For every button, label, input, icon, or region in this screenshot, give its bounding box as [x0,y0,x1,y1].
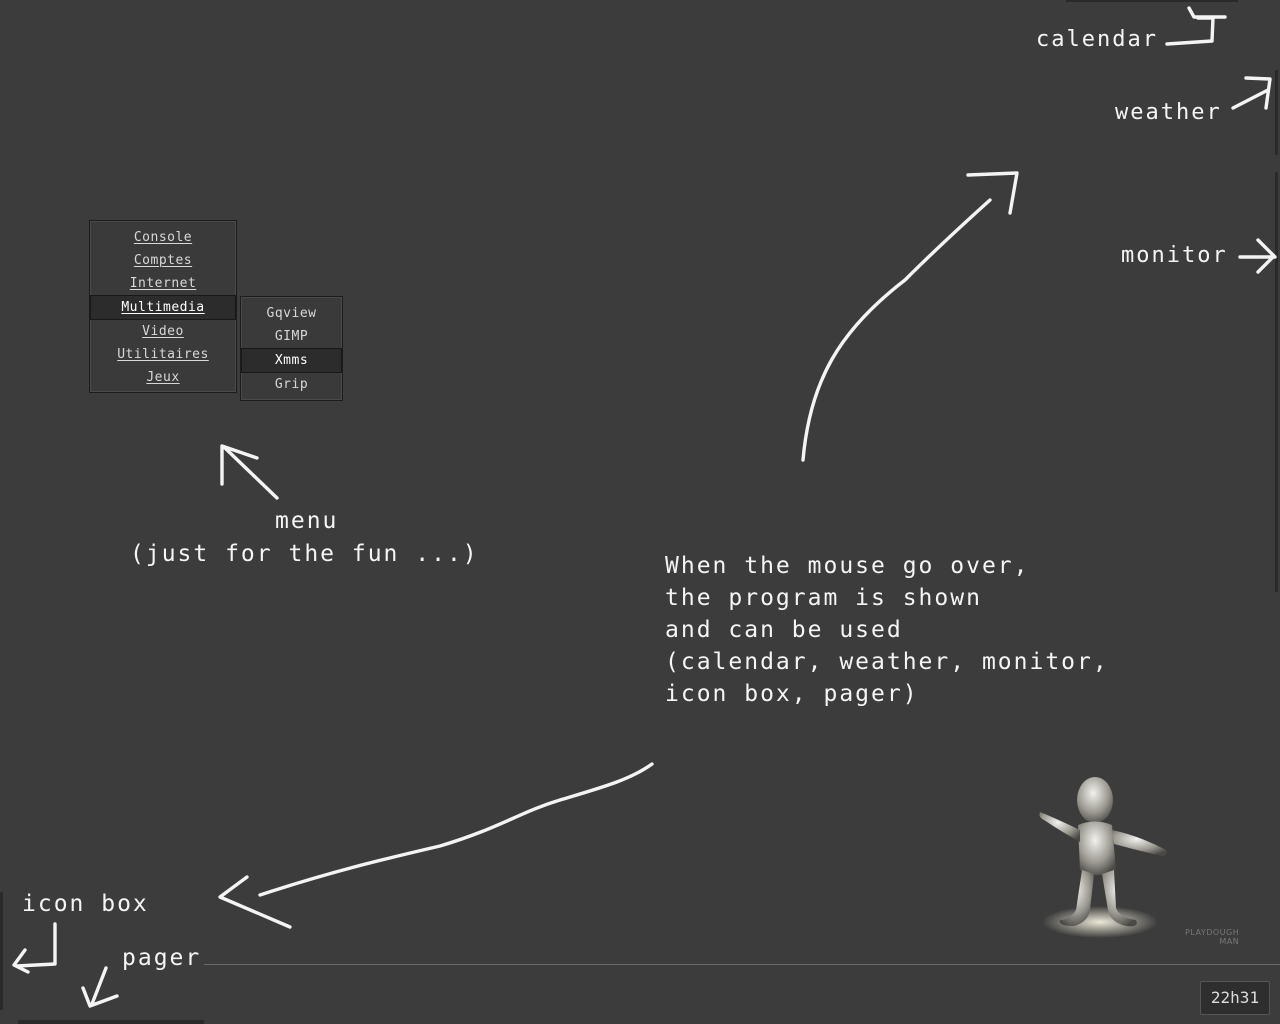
hover-note-line: icon box, pager) [665,681,919,707]
calendar-arrow [1165,6,1227,46]
taskbar-line [204,964,1280,965]
hover-note-line: (calendar, weather, monitor, [665,649,1109,675]
pager-arrow [81,966,119,1008]
hover-note: When the mouse go over, the program is s… [665,550,1109,710]
submenu-item-xmms[interactable]: Xmms [241,348,342,373]
icon-box-edge[interactable] [0,892,3,1010]
root-menu: Console Comptes Internet Multimedia Vide… [89,220,237,393]
hover-note-line: the program is shown [665,585,982,611]
menu-item-console[interactable]: Console [90,226,236,249]
big-arrow-head [966,171,1019,215]
submenu-item-grip[interactable]: Grip [241,373,342,396]
calendar-label: calendar [1036,27,1158,52]
menu-item-comptes[interactable]: Comptes [90,249,236,272]
icon-box-label: icon box [22,891,149,917]
monitor-arrow [1238,238,1277,274]
playdough-man-logo: PLAYDOUGH MAN [1185,928,1240,946]
monitor-dock-edge[interactable] [1275,172,1278,592]
multimedia-submenu: Gqview GIMP Xmms Grip [240,296,343,401]
menu-item-internet[interactable]: Internet [90,272,236,295]
clock-applet[interactable]: 22h31 [1200,981,1270,1015]
monitor-label: monitor [1121,243,1228,268]
menu-item-video[interactable]: Video [90,320,236,343]
weather-label: weather [1115,100,1222,125]
menu-arrow [220,444,279,500]
menu-item-jeux[interactable]: Jeux [90,366,236,389]
bottom-arrow [258,762,654,897]
weather-dock-edge[interactable] [1275,70,1278,155]
menu-item-multimedia[interactable]: Multimedia [90,295,236,320]
menu-item-utilitaires[interactable]: Utilitaires [90,343,236,366]
submenu-item-gimp[interactable]: GIMP [241,325,342,348]
desktop[interactable]: Console Comptes Internet Multimedia Vide… [0,0,1280,1024]
pager-label: pager [122,945,202,971]
weather-arrow [1231,76,1272,110]
big-arrow-up-right [801,198,992,462]
menu-caption-title: menu [275,508,339,534]
bottom-arrow-head [218,875,292,929]
menu-caption-sub: (just for the fun ...) [130,541,479,567]
submenu-item-gqview[interactable]: Gqview [241,302,342,325]
playdough-man-figure [1039,777,1167,938]
pager-edge[interactable] [18,1020,204,1024]
calendar-dock-edge[interactable] [1066,0,1238,2]
hover-note-line: When the mouse go over, [665,553,1030,579]
hover-note-line: and can be used [665,617,903,643]
icon-box-arrow [12,922,57,974]
